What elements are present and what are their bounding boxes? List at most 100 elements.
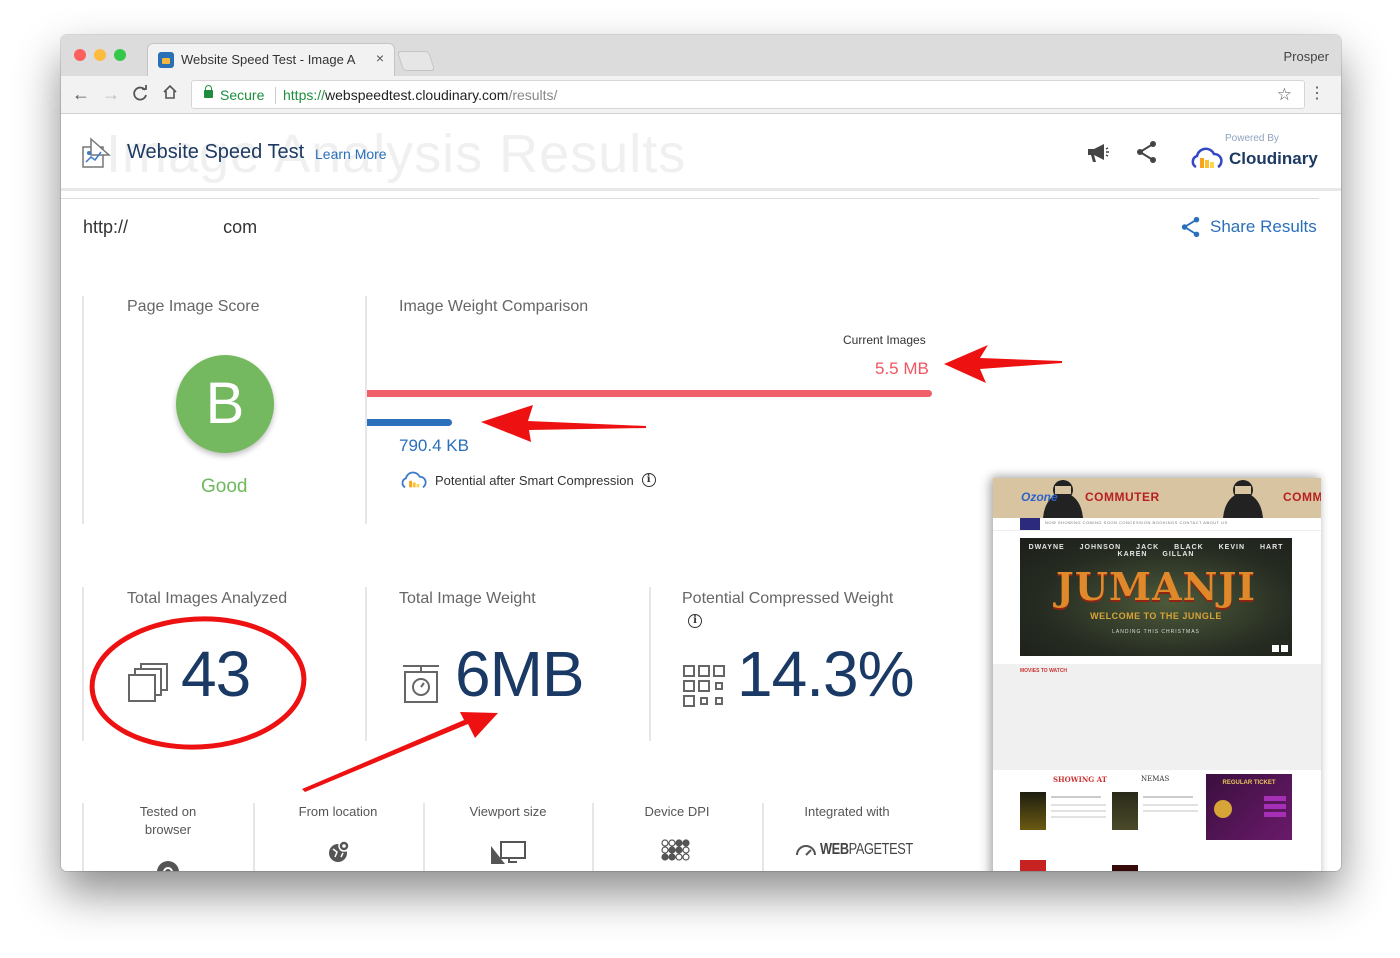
tab-title: Website Speed Test - Image A (181, 52, 356, 67)
browser-window: Website Speed Test - Image A × Prosper ←… (61, 35, 1341, 871)
meta-location: From location (253, 803, 423, 821)
current-weight-bar (367, 390, 932, 397)
meta-dpi-label: Device DPI (644, 804, 710, 819)
new-tab-button[interactable] (396, 51, 436, 71)
site-header: Image Analysis Results Website Speed Tes… (61, 115, 1341, 191)
speedometer-icon (796, 845, 816, 856)
share-icon[interactable] (1136, 140, 1158, 164)
thumb-cinemas: NEMAS (1141, 775, 1170, 783)
thumb-commuter-figure-2 (1223, 480, 1263, 518)
thumb-movie-title: JUMANJI (1055, 564, 1257, 609)
cloudinary-brand[interactable]: Cloudinary (1229, 149, 1318, 169)
info-icon[interactable]: i (641, 473, 656, 487)
browser-tab-active[interactable]: Website Speed Test - Image A × (147, 43, 395, 76)
thumb-banner-text: COMMUTER (1085, 490, 1160, 504)
close-window-button[interactable] (74, 49, 86, 61)
site-title[interactable]: Website Speed Test (127, 141, 304, 164)
webpagetest-logo[interactable]: WEBPAGETEST (795, 841, 936, 859)
thumb-text-line (1051, 816, 1106, 818)
grade-label: Good (201, 476, 248, 497)
url-path: /results/ (508, 87, 558, 103)
profile-name[interactable]: Prosper (1283, 49, 1329, 64)
bookmark-star-icon[interactable]: ☆ (1277, 85, 1292, 105)
browser-toolbar: ← → Secure https://webspeedtest.cloudina… (61, 76, 1341, 114)
tab-close-icon[interactable]: × (376, 50, 384, 66)
favicon-icon (158, 52, 174, 68)
compressed-weight-value-pct: 14.3% (737, 638, 914, 710)
smart-compression-caption: Potential after Smart Compression i (401, 471, 656, 489)
chrome-browser-icon (157, 861, 179, 871)
meta-viewport-label: Viewport size (469, 804, 547, 819)
thumb-text-line (1143, 804, 1198, 806)
megaphone-icon[interactable] (1085, 141, 1111, 165)
tested-url-suffix: com (223, 217, 258, 237)
meta-integrated: Integrated with (762, 803, 932, 821)
thumb-brand: Ozone (1021, 490, 1058, 504)
compressed-info-icon[interactable]: i (688, 614, 702, 628)
thumb-banner: Ozone COMMUTER COMMUTER (993, 478, 1321, 518)
meta-integrated-label: Integrated with (804, 804, 890, 819)
forward-arrow-icon[interactable]: → (102, 84, 120, 104)
reload-icon[interactable] (132, 84, 148, 106)
thumb-actors: DWAYNE JOHNSON JACK BLACK KEVIN HART KAR… (1028, 544, 1284, 558)
powered-by-label: Powered By (1225, 133, 1279, 144)
thumb-poster-2 (1112, 792, 1138, 830)
viewport-monitor-icon (491, 841, 526, 864)
comparison-divider (365, 296, 367, 524)
meta-dpi: Device DPI (592, 803, 762, 821)
tested-url-prefix: http:// (83, 217, 129, 237)
address-bar[interactable]: Secure https://webspeedtest.cloudinary.c… (191, 80, 1305, 109)
thumb-movies-section: MOVIES TO WATCH (993, 664, 1321, 770)
grade-badge: B (176, 355, 274, 453)
webpagetest-light: PAGETEST (848, 841, 914, 858)
tested-url: http:// com (83, 217, 257, 238)
current-weight-bar-fill (367, 390, 932, 397)
total-weight-value: 6MB (455, 638, 585, 710)
total-weight-title: Total Image Weight (399, 590, 536, 607)
thumb-movies-heading: MOVIES TO WATCH (1020, 668, 1068, 674)
thumb-hero-banner: DWAYNE JOHNSON JACK BLACK KEVIN HART KAR… (1020, 538, 1292, 656)
maximize-window-button[interactable] (114, 49, 126, 61)
stats-middle-divider (365, 587, 367, 741)
smart-compression-label: Potential after Smart Compression (435, 472, 634, 488)
compressed-weight-title: Potential Compressed Weight (682, 590, 894, 607)
back-arrow-icon[interactable]: ← (72, 84, 90, 104)
browser-menu-icon[interactable]: ⋮ (1309, 85, 1325, 103)
url-host: webspeedtest.cloudinary.com (325, 87, 509, 103)
website-screenshot-thumbnail[interactable]: Ozone COMMUTER COMMUTER NOW SHOWING COMI… (993, 478, 1321, 871)
scale-icon (403, 665, 439, 703)
tab-strip: Website Speed Test - Image A × Prosper (61, 35, 1341, 76)
dpi-dots-icon (661, 839, 690, 861)
home-icon[interactable] (162, 84, 178, 104)
address-separator (275, 87, 276, 104)
thumb-text-line (1051, 796, 1101, 798)
thumb-text-line (1143, 810, 1198, 812)
thumb-poster-4 (1112, 865, 1138, 871)
url-text[interactable]: https://webspeedtest.cloudinary.com/resu… (283, 87, 557, 103)
cloudinary-cloud-icon (401, 471, 427, 489)
stats-left-divider (82, 587, 84, 741)
globe-location-icon (329, 840, 350, 862)
learn-more-link[interactable]: Learn More (315, 146, 387, 162)
meta-browser: Tested on browser (83, 803, 253, 839)
webpagetest-bold: WEB (820, 841, 849, 858)
header-divider (61, 198, 1319, 199)
thumb-showing-at: SHOWING AT (1053, 775, 1107, 784)
page-content: Image Analysis Results Website Speed Tes… (61, 115, 1341, 871)
thumb-text-line (1051, 804, 1106, 806)
current-images-label: Current Images (843, 333, 926, 347)
share-results-button[interactable]: Share Results (1180, 216, 1317, 238)
thumb-banner-text-2: COMMUTER (1283, 490, 1321, 504)
meta-location-label: From location (298, 804, 378, 819)
minimize-window-button[interactable] (94, 49, 106, 61)
site-logo-icon[interactable] (81, 137, 113, 169)
compressed-weight-bar (367, 419, 932, 426)
cloudinary-logo-icon[interactable] (1191, 145, 1223, 171)
thumb-text-line (1143, 796, 1193, 798)
total-images-value: 43 (181, 638, 251, 710)
share-results-label: Share Results (1210, 217, 1317, 236)
thumb-slider-arrows (1272, 645, 1288, 652)
compressed-weight-value: 790.4 KB (399, 436, 469, 455)
lock-icon (204, 85, 213, 98)
url-scheme: https:// (283, 87, 326, 103)
